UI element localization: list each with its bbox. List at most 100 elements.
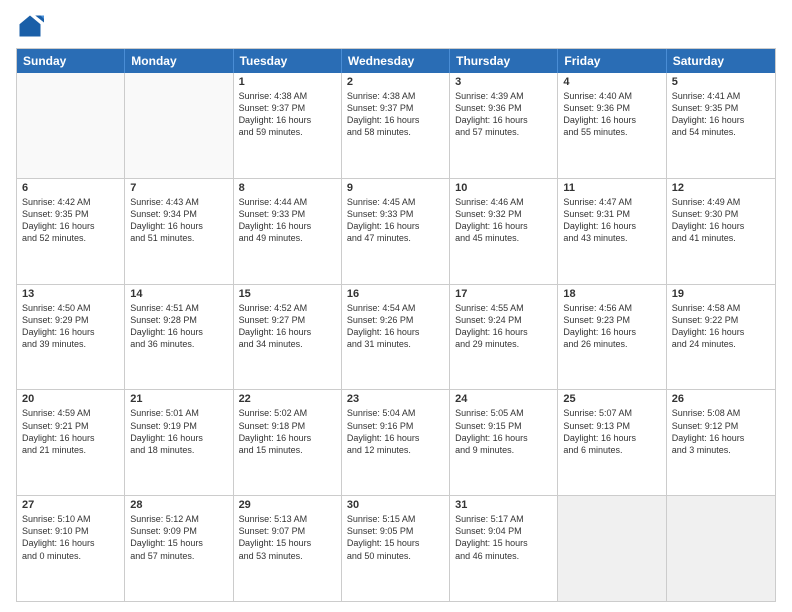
calendar-cell: 9Sunrise: 4:45 AM Sunset: 9:33 PM Daylig…	[342, 179, 450, 284]
cell-text: Sunrise: 4:38 AM Sunset: 9:37 PM Dayligh…	[239, 90, 336, 139]
header-day-sunday: Sunday	[17, 49, 125, 73]
calendar-cell: 30 Sunrise: 5:15 AM Sunset: 9:05 PM Dayli…	[342, 496, 450, 601]
cell-text: Sunrise: 5:05 AM Sunset: 9:15 PM Dayligh…	[455, 407, 552, 456]
header	[16, 12, 776, 40]
day-number: 25	[563, 393, 660, 405]
cell-text: Sunrise: 4:56 AM Sunset: 9:23 PM Dayligh…	[563, 302, 660, 351]
calendar-cell: 22 Sunrise: 5:02 AM Sunset: 9:18 PM Dayli…	[234, 390, 342, 495]
calendar-cell: 4 Sunrise: 4:40 AM Sunset: 9:36 PM Daylig…	[558, 73, 666, 178]
cell-text: Sunrise: 5:10 AM Sunset: 9:10 PM Dayligh…	[22, 513, 119, 562]
calendar-cell: 6Sunrise: 4:42 AM Sunset: 9:35 PM Daylig…	[17, 179, 125, 284]
calendar-cell: 24 Sunrise: 5:05 AM Sunset: 9:15 PM Dayli…	[450, 390, 558, 495]
header-day-thursday: Thursday	[450, 49, 558, 73]
cell-text: Sunrise: 5:02 AM Sunset: 9:18 PM Dayligh…	[239, 407, 336, 456]
day-number: 7	[130, 182, 227, 194]
cell-text: Sunrise: 4:52 AM Sunset: 9:27 PM Dayligh…	[239, 302, 336, 351]
calendar-cell: 7 Sunrise: 4:43 AM Sunset: 9:34 PM Daylig…	[125, 179, 233, 284]
day-number: 26	[672, 393, 770, 405]
day-number: 2	[347, 76, 444, 88]
cell-text: Sunrise: 4:49 AM Sunset: 9:30 PM Dayligh…	[672, 196, 770, 245]
calendar-row-1: 6Sunrise: 4:42 AM Sunset: 9:35 PM Daylig…	[17, 178, 775, 284]
calendar-cell	[667, 496, 775, 601]
calendar-cell: 20 Sunrise: 4:59 AM Sunset: 9:21 PM Dayli…	[17, 390, 125, 495]
calendar-cell: 14 Sunrise: 4:51 AM Sunset: 9:28 PM Dayli…	[125, 285, 233, 390]
cell-text: Sunrise: 4:40 AM Sunset: 9:36 PM Dayligh…	[563, 90, 660, 139]
day-number: 31	[455, 499, 552, 511]
calendar-cell: 18 Sunrise: 4:56 AM Sunset: 9:23 PM Dayli…	[558, 285, 666, 390]
cell-text: Sunrise: 4:55 AM Sunset: 9:24 PM Dayligh…	[455, 302, 552, 351]
calendar-cell: 15 Sunrise: 4:52 AM Sunset: 9:27 PM Dayli…	[234, 285, 342, 390]
calendar-cell: 25 Sunrise: 5:07 AM Sunset: 9:13 PM Dayli…	[558, 390, 666, 495]
day-number: 20	[22, 393, 119, 405]
day-number: 8	[239, 182, 336, 194]
cell-text: Sunrise: 4:58 AM Sunset: 9:22 PM Dayligh…	[672, 302, 770, 351]
calendar-row-0: 1 Sunrise: 4:38 AM Sunset: 9:37 PM Daylig…	[17, 73, 775, 178]
day-number: 23	[347, 393, 444, 405]
cell-text: Sunrise: 5:12 AM Sunset: 9:09 PM Dayligh…	[130, 513, 227, 562]
calendar-cell: 29Sunrise: 5:13 AM Sunset: 9:07 PM Dayli…	[234, 496, 342, 601]
cell-text: Sunrise: 5:01 AM Sunset: 9:19 PM Dayligh…	[130, 407, 227, 456]
calendar-cell: 5 Sunrise: 4:41 AM Sunset: 9:35 PM Daylig…	[667, 73, 775, 178]
cell-text: Sunrise: 5:15 AM Sunset: 9:05 PM Dayligh…	[347, 513, 444, 562]
calendar-cell: 19 Sunrise: 4:58 AM Sunset: 9:22 PM Dayli…	[667, 285, 775, 390]
day-number: 22	[239, 393, 336, 405]
calendar-cell: 27Sunrise: 5:10 AM Sunset: 9:10 PM Dayli…	[17, 496, 125, 601]
calendar-cell: 12Sunrise: 4:49 AM Sunset: 9:30 PM Dayli…	[667, 179, 775, 284]
header-day-monday: Monday	[125, 49, 233, 73]
cell-text: Sunrise: 4:50 AM Sunset: 9:29 PM Dayligh…	[22, 302, 119, 351]
calendar-cell: 1 Sunrise: 4:38 AM Sunset: 9:37 PM Daylig…	[234, 73, 342, 178]
day-number: 14	[130, 288, 227, 300]
day-number: 15	[239, 288, 336, 300]
day-number: 19	[672, 288, 770, 300]
calendar-cell: 26 Sunrise: 5:08 AM Sunset: 9:12 PM Dayli…	[667, 390, 775, 495]
day-number: 30	[347, 499, 444, 511]
cell-text: Sunrise: 4:43 AM Sunset: 9:34 PM Dayligh…	[130, 196, 227, 245]
cell-text: Sunrise: 4:44 AM Sunset: 9:33 PM Dayligh…	[239, 196, 336, 245]
cell-text: Sunrise: 4:54 AM Sunset: 9:26 PM Dayligh…	[347, 302, 444, 351]
header-day-friday: Friday	[558, 49, 666, 73]
cell-text: Sunrise: 4:39 AM Sunset: 9:36 PM Dayligh…	[455, 90, 552, 139]
calendar-cell: 17 Sunrise: 4:55 AM Sunset: 9:24 PM Dayli…	[450, 285, 558, 390]
calendar-cell: 10 Sunrise: 4:46 AM Sunset: 9:32 PM Dayli…	[450, 179, 558, 284]
cell-text: Sunrise: 4:51 AM Sunset: 9:28 PM Dayligh…	[130, 302, 227, 351]
day-number: 24	[455, 393, 552, 405]
cell-text: Sunrise: 5:07 AM Sunset: 9:13 PM Dayligh…	[563, 407, 660, 456]
day-number: 17	[455, 288, 552, 300]
calendar-header: SundayMondayTuesdayWednesdayThursdayFrid…	[17, 49, 775, 73]
day-number: 16	[347, 288, 444, 300]
day-number: 13	[22, 288, 119, 300]
cell-text: Sunrise: 4:59 AM Sunset: 9:21 PM Dayligh…	[22, 407, 119, 456]
calendar-cell: 28 Sunrise: 5:12 AM Sunset: 9:09 PM Dayli…	[125, 496, 233, 601]
calendar-cell: 23 Sunrise: 5:04 AM Sunset: 9:16 PM Dayli…	[342, 390, 450, 495]
day-number: 21	[130, 393, 227, 405]
calendar: SundayMondayTuesdayWednesdayThursdayFrid…	[16, 48, 776, 602]
day-number: 3	[455, 76, 552, 88]
page: SundayMondayTuesdayWednesdayThursdayFrid…	[0, 0, 792, 612]
cell-text: Sunrise: 5:08 AM Sunset: 9:12 PM Dayligh…	[672, 407, 770, 456]
calendar-row-2: 13 Sunrise: 4:50 AM Sunset: 9:29 PM Dayli…	[17, 284, 775, 390]
calendar-cell: 3 Sunrise: 4:39 AM Sunset: 9:36 PM Daylig…	[450, 73, 558, 178]
calendar-cell: 11Sunrise: 4:47 AM Sunset: 9:31 PM Dayli…	[558, 179, 666, 284]
cell-text: Sunrise: 5:17 AM Sunset: 9:04 PM Dayligh…	[455, 513, 552, 562]
day-number: 18	[563, 288, 660, 300]
header-day-saturday: Saturday	[667, 49, 775, 73]
day-number: 10	[455, 182, 552, 194]
calendar-cell: 2Sunrise: 4:38 AM Sunset: 9:37 PM Daylig…	[342, 73, 450, 178]
calendar-cell: 16 Sunrise: 4:54 AM Sunset: 9:26 PM Dayli…	[342, 285, 450, 390]
calendar-cell	[17, 73, 125, 178]
day-number: 29	[239, 499, 336, 511]
cell-text: Sunrise: 4:41 AM Sunset: 9:35 PM Dayligh…	[672, 90, 770, 139]
cell-text: Sunrise: 4:45 AM Sunset: 9:33 PM Dayligh…	[347, 196, 444, 245]
day-number: 1	[239, 76, 336, 88]
calendar-cell: 8 Sunrise: 4:44 AM Sunset: 9:33 PM Daylig…	[234, 179, 342, 284]
calendar-cell	[125, 73, 233, 178]
day-number: 28	[130, 499, 227, 511]
cell-text: Sunrise: 4:46 AM Sunset: 9:32 PM Dayligh…	[455, 196, 552, 245]
cell-text: Sunrise: 5:04 AM Sunset: 9:16 PM Dayligh…	[347, 407, 444, 456]
day-number: 5	[672, 76, 770, 88]
calendar-cell: 31 Sunrise: 5:17 AM Sunset: 9:04 PM Dayli…	[450, 496, 558, 601]
calendar-row-4: 27Sunrise: 5:10 AM Sunset: 9:10 PM Dayli…	[17, 495, 775, 601]
day-number: 4	[563, 76, 660, 88]
header-day-tuesday: Tuesday	[234, 49, 342, 73]
cell-text: Sunrise: 4:42 AM Sunset: 9:35 PM Dayligh…	[22, 196, 119, 245]
